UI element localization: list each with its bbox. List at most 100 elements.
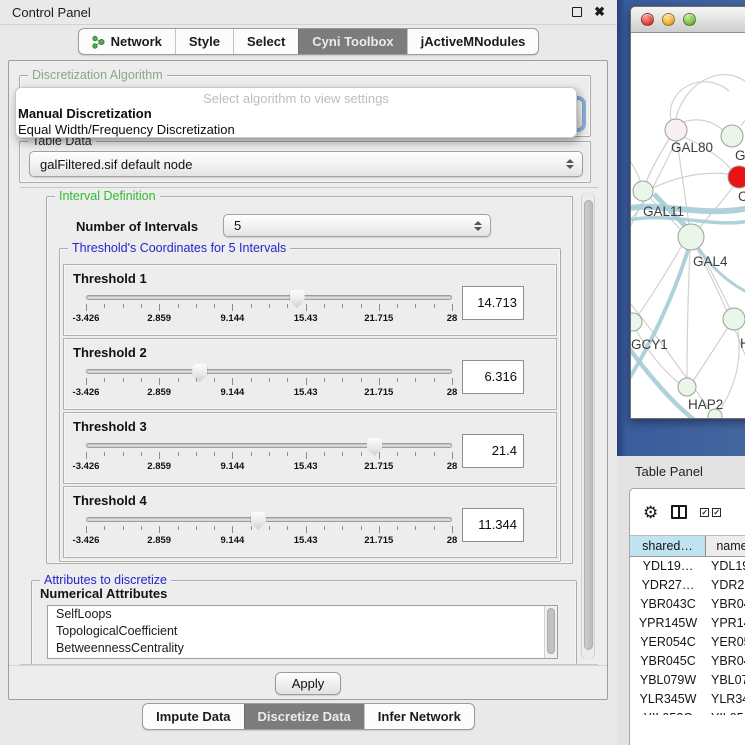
tab-jactivemnodules[interactable]: jActiveMNodules: [407, 29, 539, 54]
node-red[interactable]: [728, 166, 745, 188]
tick-mark: [123, 452, 124, 456]
cell-shared-name[interactable]: YBR045C: [630, 652, 706, 671]
table-row[interactable]: YIL052CYIL05: [630, 709, 745, 715]
tab-label: Network: [111, 34, 162, 49]
tab-impute-data[interactable]: Impute Data: [143, 704, 243, 729]
table-row[interactable]: YBR045CYBR04: [630, 652, 745, 671]
tick-mark: [397, 378, 398, 382]
network-canvas-svg[interactable]: GAL80GACGAL11GAL4GCY1HHAP2: [631, 33, 745, 419]
cell-name[interactable]: YLR34: [706, 690, 745, 709]
tick-mark: [196, 452, 197, 456]
list-scrollbar[interactable]: [544, 606, 557, 658]
cell-shared-name[interactable]: YDR27…: [630, 576, 706, 595]
vertical-scrollbar[interactable]: [581, 192, 595, 660]
checkbox-icon[interactable]: ✓: [712, 508, 721, 517]
cell-shared-name[interactable]: YER054C: [630, 633, 706, 652]
checkbox-icon[interactable]: ✓: [700, 508, 709, 517]
slider-track[interactable]: [86, 295, 452, 300]
threshold-slider[interactable]: -3.4262.8599.14415.4321.71528: [86, 295, 452, 325]
cell-name[interactable]: YBR04: [706, 595, 745, 614]
network-canvas[interactable]: GAL80GACGAL11GAL4GCY1HHAP2: [631, 33, 745, 419]
node-gal80[interactable]: [665, 119, 687, 141]
numerical-attributes-list[interactable]: SelfLoops TopologicalCoefficient Between…: [47, 605, 558, 659]
list-scrollbar-thumb[interactable]: [547, 608, 555, 654]
list-item[interactable]: SelfLoops: [48, 606, 557, 623]
minimize-traffic-light-icon[interactable]: [662, 13, 675, 26]
list-item[interactable]: BetweennessCentrality: [48, 640, 557, 657]
table-row[interactable]: YER054CYER05: [630, 633, 745, 652]
cell-shared-name[interactable]: YDL19…: [630, 557, 706, 576]
tick-mark: [452, 304, 453, 311]
node-top-right[interactable]: [721, 125, 743, 147]
screen: Control Panel ✖ Network Styl: [0, 0, 745, 745]
threshold-value-field[interactable]: 21.4: [462, 434, 524, 468]
close-icon[interactable]: ✖: [594, 7, 605, 17]
tick-mark: [306, 452, 307, 459]
table-header-row: shared… name: [630, 535, 745, 557]
menu-item-equal-width-frequency[interactable]: Equal Width/Frequency Discretization: [16, 122, 576, 138]
gear-icon[interactable]: ⚙: [643, 504, 658, 521]
table-row[interactable]: YDR27…YDR27: [630, 576, 745, 595]
tab-infer-network[interactable]: Infer Network: [364, 704, 474, 729]
cell-shared-name[interactable]: YIL052C: [630, 709, 706, 715]
combo-value: galFiltered.sif default node: [40, 157, 192, 172]
table-row[interactable]: YBR043CYBR04: [630, 595, 745, 614]
tab-network[interactable]: Network: [79, 29, 175, 54]
cell-shared-name[interactable]: YLR345W: [630, 690, 706, 709]
tab-discretize-data[interactable]: Discretize Data: [244, 704, 364, 729]
cell-name[interactable]: YBL07: [706, 671, 745, 690]
network-window-titlebar[interactable]: [631, 7, 745, 33]
cell-shared-name[interactable]: YBR043C: [630, 595, 706, 614]
number-of-intervals-combobox[interactable]: 5: [223, 214, 491, 237]
cell-name[interactable]: YIL05: [706, 709, 745, 715]
cell-shared-name[interactable]: YBL079W: [630, 671, 706, 690]
slider-track[interactable]: [86, 517, 452, 522]
apply-button[interactable]: Apply: [275, 672, 341, 695]
tab-select[interactable]: Select: [233, 29, 298, 54]
node-gal11[interactable]: [633, 181, 653, 201]
threshold-slider[interactable]: -3.4262.8599.14415.4321.71528: [86, 443, 452, 473]
threshold-label: Threshold 2: [73, 345, 147, 360]
slider-track[interactable]: [86, 443, 452, 448]
threshold-slider[interactable]: -3.4262.8599.14415.4321.71528: [86, 369, 452, 399]
tick-mark: [214, 452, 215, 456]
node-label: GAL4: [693, 254, 728, 269]
list-item[interactable]: TopologicalCoefficient: [48, 623, 557, 640]
tab-label: Infer Network: [378, 709, 461, 724]
table-row[interactable]: YLR345WYLR34: [630, 690, 745, 709]
node-gal4[interactable]: [678, 224, 704, 250]
table-row[interactable]: YPR145WYPR14: [630, 614, 745, 633]
group-title: Threshold's Coordinates for 5 Intervals: [68, 241, 290, 255]
node-h[interactable]: [723, 308, 745, 330]
tick-mark: [196, 526, 197, 530]
tab-style[interactable]: Style: [175, 29, 233, 54]
threshold-value-field[interactable]: 11.344: [462, 508, 524, 542]
tick-mark: [415, 452, 416, 456]
cell-name[interactable]: YER05: [706, 633, 745, 652]
table-row[interactable]: YDL19…YDL19: [630, 557, 745, 576]
menu-item-manual-discretization[interactable]: Manual Discretization: [16, 106, 576, 122]
slider-track[interactable]: [86, 369, 452, 374]
cell-name[interactable]: YBR04: [706, 652, 745, 671]
split-panes-icon[interactable]: [671, 505, 687, 519]
cell-name[interactable]: YDL19: [706, 557, 745, 576]
zoom-traffic-light-icon[interactable]: [683, 13, 696, 26]
tab-cyni-toolbox[interactable]: Cyni Toolbox: [298, 29, 406, 54]
column-header-name[interactable]: name: [706, 536, 745, 556]
close-traffic-light-icon[interactable]: [641, 13, 654, 26]
column-header-shared-name[interactable]: shared…: [630, 536, 706, 556]
cell-shared-name[interactable]: YPR145W: [630, 614, 706, 633]
network-icon: [92, 35, 105, 49]
table-row[interactable]: YBL079WYBL07: [630, 671, 745, 690]
cell-name[interactable]: YPR14: [706, 614, 745, 633]
tick-mark: [342, 304, 343, 308]
threshold-value-field[interactable]: 14.713: [462, 286, 524, 320]
vertical-scrollbar-thumb[interactable]: [584, 200, 593, 650]
cell-name[interactable]: YDR27: [706, 576, 745, 595]
threshold-slider[interactable]: -3.4262.8599.14415.4321.71528: [86, 517, 452, 547]
float-window-icon[interactable]: [572, 7, 582, 17]
node-hap2[interactable]: [678, 378, 696, 396]
tick-mark: [397, 452, 398, 456]
threshold-value-field[interactable]: 6.316: [462, 360, 524, 394]
table-data-combobox[interactable]: galFiltered.sif default node: [29, 151, 583, 177]
